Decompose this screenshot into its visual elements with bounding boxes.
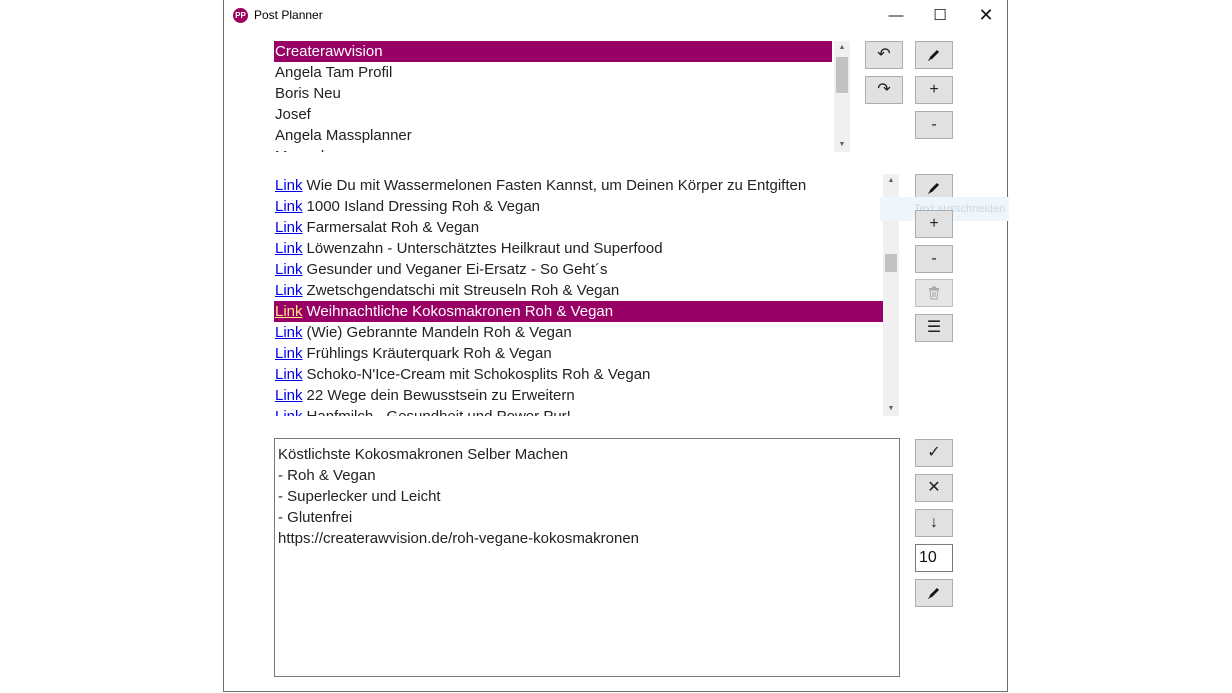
editor-line: - Superlecker und Leicht: [278, 488, 441, 505]
app-logo-icon: PP: [233, 8, 248, 23]
pen-icon: [928, 182, 939, 194]
profile-list[interactable]: Createrawvision Angela Tam Profil Boris Ne…: [274, 41, 832, 152]
post-list-item[interactable]: Link 22 Wege dein Bewusstsein zu Erweiter…: [274, 385, 883, 406]
post-link[interactable]: Link: [275, 324, 303, 341]
post-planner-window: PP Post Planner — ☐ ✕ Createrawvision Ang…: [223, 0, 1009, 692]
scrollbar-thumb[interactable]: [885, 254, 897, 272]
redo-icon: ↷: [877, 81, 891, 98]
delete-post-button[interactable]: [915, 279, 953, 307]
pen-icon: [928, 587, 939, 599]
undo-icon: ↶: [877, 46, 891, 63]
scroll-up-icon[interactable]: ▲: [883, 174, 899, 188]
post-list-item[interactable]: Link Schoko-N'Ice-Cream mit Schokosplits …: [274, 364, 883, 385]
profile-list-item[interactable]: Angela Tam Profil: [274, 62, 832, 83]
post-link[interactable]: Link: [275, 366, 303, 383]
plus-icon: +: [929, 81, 939, 98]
undo-button[interactable]: ↶: [865, 41, 903, 69]
profile-list-scrollbar[interactable]: ▲ ▼: [834, 41, 850, 152]
post-list-item[interactable]: Link Weihnachtliche Kokosmakronen Roh & V…: [274, 301, 883, 322]
scrollbar-thumb[interactable]: [836, 57, 848, 93]
post-text-editor[interactable]: Köstlichste Kokosmakronen Selber Machen -…: [274, 438, 900, 677]
post-list-item[interactable]: Link 1000 Island Dressing Roh & Vegan: [274, 196, 883, 217]
add-post-button[interactable]: +: [915, 210, 953, 238]
profile-list-item[interactable]: Manuel: [274, 146, 832, 152]
post-title: Schoko-N'Ice-Cream mit Schokosplits Roh …: [306, 366, 651, 383]
post-title: (Wie) Gebrannte Mandeln Roh & Vegan: [306, 324, 572, 341]
profile-list-item[interactable]: Josef: [274, 104, 832, 125]
scroll-down-icon[interactable]: ▼: [834, 138, 850, 152]
post-link[interactable]: Link: [275, 387, 303, 404]
profile-list-item[interactable]: Boris Neu: [274, 83, 832, 104]
edit-profile-button[interactable]: [915, 41, 953, 69]
profile-list-item[interactable]: Createrawvision: [274, 41, 832, 62]
post-link[interactable]: Link: [275, 345, 303, 362]
check-icon: ✓: [927, 444, 941, 461]
post-title: Weihnachtliche Kokosmakronen Roh & Vegan: [306, 303, 614, 320]
minus-icon: -: [931, 250, 937, 267]
post-title: 1000 Island Dressing Roh & Vegan: [306, 198, 541, 215]
scroll-up-icon[interactable]: ▲: [834, 41, 850, 55]
post-list[interactable]: Link Wie Du mit Wassermelonen Fasten Kann…: [274, 174, 883, 416]
plus-icon: +: [929, 215, 939, 232]
post-link[interactable]: Link: [275, 219, 303, 236]
post-list-item[interactable]: Link Frühlings Kräuterquark Roh & Vegan: [274, 343, 883, 364]
post-link[interactable]: Link: [275, 303, 303, 320]
remove-post-button[interactable]: -: [915, 245, 953, 273]
post-link[interactable]: Link: [275, 198, 303, 215]
post-list-item[interactable]: Link Hanfmilch - Gesundheit und Power Pur…: [274, 406, 883, 416]
pen-icon: [928, 49, 939, 61]
post-title: Gesunder und Veganer Ei-Ersatz - So Geht…: [306, 261, 608, 278]
post-link[interactable]: Link: [275, 177, 303, 194]
post-list-item[interactable]: Link Zwetschgendatschi mit Streuseln Roh …: [274, 280, 883, 301]
remove-profile-button[interactable]: -: [915, 111, 953, 139]
editor-line: Köstlichste Kokosmakronen Selber Machen: [278, 446, 569, 463]
hamburger-icon: ☰: [926, 319, 942, 336]
cancel-button[interactable]: ✕: [915, 474, 953, 502]
window-title: Post Planner: [254, 8, 323, 22]
minus-icon: -: [931, 116, 937, 133]
editor-line: https://createrawvision.de/roh-vegane-ko…: [278, 530, 640, 547]
post-title: Hanfmilch - Gesundheit und Power Pur!: [307, 408, 571, 416]
post-title: 22 Wege dein Bewusstsein zu Erweitern: [306, 387, 575, 404]
post-link[interactable]: Link: [275, 240, 303, 257]
post-list-item[interactable]: Link (Wie) Gebrannte Mandeln Roh & Vegan: [274, 322, 883, 343]
arrow-down-icon: ↓: [930, 514, 938, 531]
post-title: Wie Du mit Wassermelonen Fasten Kannst, …: [306, 177, 807, 194]
menu-button[interactable]: ☰: [915, 314, 953, 342]
move-down-button[interactable]: ↓: [915, 509, 953, 537]
post-title: Farmersalat Roh & Vegan: [306, 219, 480, 236]
post-link[interactable]: Link: [275, 282, 303, 299]
post-title: Zwetschgendatschi mit Streuseln Roh & Ve…: [306, 282, 620, 299]
redo-button[interactable]: ↷: [865, 76, 903, 104]
editor-line: - Roh & Vegan: [278, 467, 376, 484]
post-list-item[interactable]: Link Wie Du mit Wassermelonen Fasten Kann…: [274, 175, 883, 196]
close-button[interactable]: ✕: [963, 0, 1009, 31]
minimize-button[interactable]: —: [873, 0, 919, 31]
edit-text-button[interactable]: [915, 579, 953, 607]
post-list-item[interactable]: Link Farmersalat Roh & Vegan: [274, 217, 883, 238]
editor-line: - Glutenfrei: [278, 509, 353, 526]
post-title: Löwenzahn - Unterschätztes Heilkraut und…: [306, 240, 663, 257]
title-bar[interactable]: PP Post Planner — ☐ ✕: [224, 0, 1007, 31]
profile-list-item[interactable]: Angela Massplanner: [274, 125, 832, 146]
add-profile-button[interactable]: +: [915, 76, 953, 104]
close-icon: ✕: [927, 479, 941, 496]
maximize-button[interactable]: ☐: [917, 0, 963, 31]
scroll-down-icon[interactable]: ▼: [883, 402, 899, 416]
confirm-button[interactable]: ✓: [915, 439, 953, 467]
trash-icon: [929, 286, 939, 300]
count-input[interactable]: 10: [915, 544, 953, 572]
post-link[interactable]: Link: [275, 408, 303, 416]
post-title: Frühlings Kräuterquark Roh & Vegan: [306, 345, 552, 362]
post-list-item[interactable]: Link Gesunder und Veganer Ei-Ersatz - So …: [274, 259, 883, 280]
post-list-item[interactable]: Link Löwenzahn - Unterschätztes Heilkraut…: [274, 238, 883, 259]
post-link[interactable]: Link: [275, 261, 303, 278]
